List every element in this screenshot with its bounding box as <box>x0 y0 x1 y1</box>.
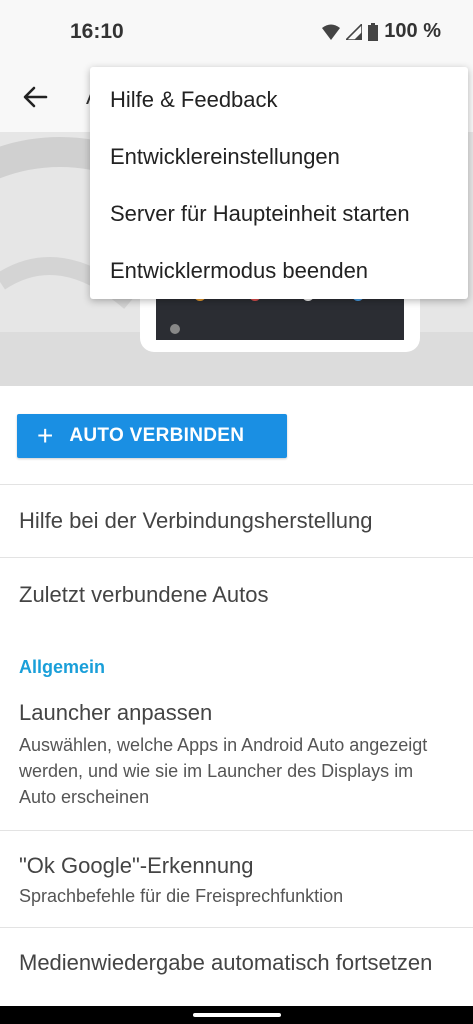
signal-icon <box>346 23 363 40</box>
plus-icon: + <box>37 420 54 451</box>
connect-car-label: AUTO VERBINDEN <box>69 425 245 446</box>
wifi-icon <box>322 24 341 40</box>
ok-google-subtitle: Sprachbefehle für die Freisprechfunktion <box>19 886 344 906</box>
menu-item-exit-developer-mode[interactable]: Entwicklermodus beenden <box>90 242 468 299</box>
connection-help-item[interactable]: Hilfe bei der Verbindungsherstellung <box>0 484 473 557</box>
connection-help-label: Hilfe bei der Verbindungsherstellung <box>19 508 373 533</box>
customize-launcher-title: Launcher anpassen <box>19 700 213 725</box>
home-gesture-handle[interactable] <box>193 1013 281 1017</box>
menu-item-help-feedback[interactable]: Hilfe & Feedback <box>90 71 468 128</box>
recent-cars-item[interactable]: Zuletzt verbundene Autos <box>0 557 473 632</box>
status-bar: 16:10 100 % <box>0 0 473 62</box>
media-resume-item[interactable]: Medienwiedergabe automatisch fortsetzen <box>0 927 473 1010</box>
overflow-menu: Hilfe & Feedback Entwicklereinstellungen… <box>90 67 468 299</box>
status-time: 16:10 <box>70 20 124 43</box>
connect-car-button[interactable]: + AUTO VERBINDEN <box>17 414 287 458</box>
settings-list: Hilfe bei der Verbindungsherstellung Zul… <box>0 484 473 1010</box>
customize-launcher-item[interactable]: Launcher anpassen Auswählen, welche Apps… <box>0 678 473 830</box>
ok-google-title: "Ok Google"-Erkennung <box>19 853 254 878</box>
battery-icon <box>368 22 379 41</box>
back-arrow-icon[interactable] <box>20 82 50 112</box>
battery-percent: 100 % <box>384 20 441 42</box>
customize-launcher-subtitle: Auswählen, welche Apps in Android Auto a… <box>19 735 428 807</box>
menu-item-start-head-unit-server[interactable]: Server für Haupteinheit starten <box>90 185 468 242</box>
media-resume-title: Medienwiedergabe automatisch fortsetzen <box>19 950 433 975</box>
section-header-general: Allgemein <box>0 632 473 678</box>
connect-area: + AUTO VERBINDEN <box>0 386 473 484</box>
menu-item-developer-settings[interactable]: Entwicklereinstellungen <box>90 128 468 185</box>
ok-google-item[interactable]: "Ok Google"-Erkennung Sprachbefehle für … <box>0 830 473 927</box>
section-general-label: Allgemein <box>19 657 106 677</box>
status-icons: 100 % <box>322 20 441 43</box>
recent-cars-label: Zuletzt verbundene Autos <box>19 582 269 607</box>
navigation-bar <box>0 1006 473 1024</box>
